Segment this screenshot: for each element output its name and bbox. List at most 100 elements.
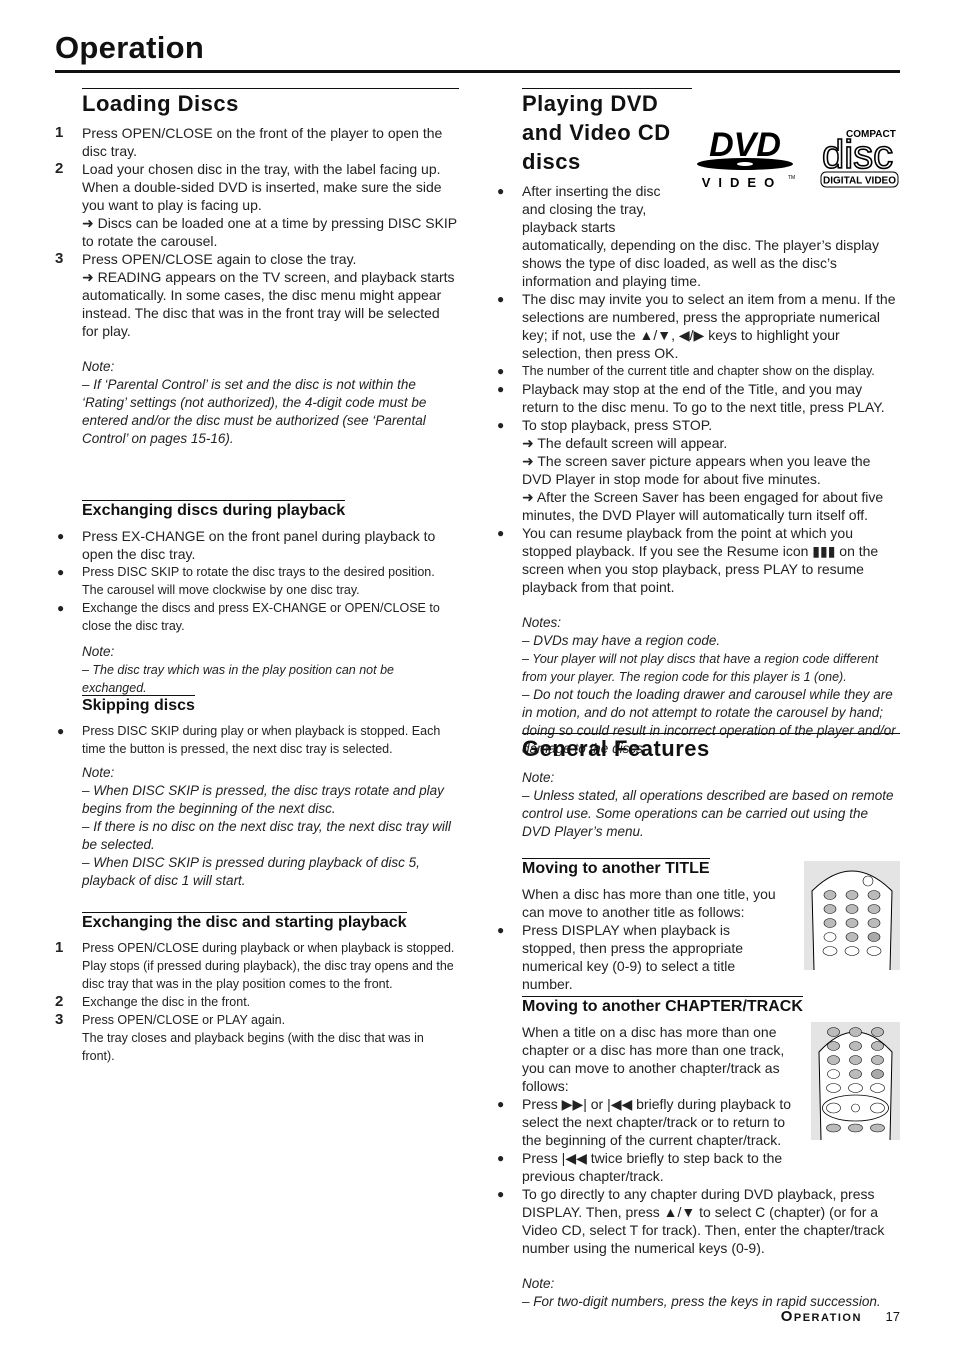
bullet-icon: ●	[497, 526, 505, 540]
step-number: 3	[55, 250, 64, 267]
page-footer: Operation 17	[781, 1308, 900, 1325]
bullet-icon: ●	[497, 364, 505, 378]
item-text: Press EX-CHANGE on the front panel durin…	[82, 528, 436, 562]
svg-text:TM: TM	[788, 175, 795, 181]
bullet-item: ● Playback may stop at the end of the Tit…	[497, 380, 900, 416]
svg-text:VIDEO: VIDEO	[702, 175, 782, 190]
footer-section: Operation	[780, 1308, 862, 1325]
item-text: Press ▶▶| or |◀◀ briefly during playback…	[522, 1096, 791, 1148]
item-text: automatically, depending on the disc. Th…	[522, 237, 879, 289]
page-number: 17	[885, 1309, 900, 1324]
note-text: – Your player will not play discs that h…	[522, 652, 879, 684]
bullet-icon: ●	[57, 724, 65, 738]
left-section: Skipping discs ● Press DISC SKIP during pl…	[57, 695, 459, 890]
item-text: ➜ READING appears on the TV screen, and …	[82, 269, 455, 339]
section-heading: General Features	[522, 733, 900, 763]
bullet-icon: ●	[57, 601, 65, 615]
item-text: Press OPEN/CLOSE again to close the tray…	[82, 251, 357, 267]
step-number: 3	[55, 1011, 64, 1028]
paragraph: ➜ After the Screen Saver has been engage…	[522, 488, 900, 524]
paragraph: automatically, depending on the disc. Th…	[522, 236, 900, 290]
step-number: 2	[55, 993, 64, 1010]
bullet-icon: ●	[497, 1187, 505, 1201]
note-text: – When DISC SKIP is pressed during playb…	[82, 855, 420, 888]
paragraph: ➜ The default screen will appear.	[522, 434, 900, 452]
bullet-item: ● To go directly to any chapter during DV…	[497, 1185, 900, 1257]
bullet-item: ● The number of the current title and cha…	[497, 362, 900, 380]
note-text: Note:	[82, 644, 115, 659]
title-rule	[55, 70, 900, 73]
item-text: The number of the current title and chap…	[522, 364, 875, 378]
note-text: Note:	[522, 1276, 555, 1291]
note-text: – The disc tray which was in the play po…	[82, 663, 394, 695]
numbered-step: 3 Press OPEN/CLOSE again to close the tra…	[55, 250, 459, 268]
paragraph: When a disc has more than one title, you…	[522, 885, 787, 921]
note-text: Notes:	[522, 615, 562, 630]
numbered-step: 2 Load your chosen disc in the tray, with…	[55, 160, 459, 214]
subsection-heading: Exchanging the disc and starting playbac…	[82, 912, 407, 931]
note-text: – DVDs may have a region code.	[522, 633, 721, 648]
paragraph: When a title on a disc has more than one…	[522, 1023, 804, 1095]
bullet-icon: ●	[497, 382, 505, 396]
left-section: Exchanging discs during playback ● Press E…	[57, 500, 459, 697]
item-text: ➜ After the Screen Saver has been engage…	[522, 489, 884, 523]
numbered-step: 2 Exchange the disc in the front.	[55, 993, 459, 1011]
item-text: Playback may stop at the end of the Titl…	[522, 381, 885, 415]
note-text: Note:	[522, 770, 555, 785]
bullet-item: ● Press |◀◀ twice briefly to step back to…	[497, 1149, 804, 1185]
item-text: ➜ The default screen will appear.	[522, 435, 728, 451]
paragraph: ➜ The screen saver picture appears when …	[522, 452, 900, 488]
bullet-item: ● Press DISC SKIP to rotate the disc tray…	[57, 563, 459, 599]
item-text: To stop playback, press STOP.	[522, 417, 713, 433]
right-section: General Features Note: – Unless stated, al…	[522, 733, 900, 841]
item-text: To go directly to any chapter during DVD…	[522, 1186, 885, 1256]
note-text: – If ‘Parental Control’ is set and the d…	[82, 377, 427, 446]
paragraph: ➜ Discs can be loaded one at a time by p…	[82, 214, 459, 250]
remote-control-image-title	[804, 861, 900, 971]
subsection-heading: Exchanging discs during playback	[82, 500, 346, 519]
note-text: Note:	[82, 359, 115, 374]
compact-disc-digital-video-logo: COMPACT disc DIGITAL VIDEO	[820, 129, 899, 188]
note-text: – If there is no disc on the next disc t…	[82, 819, 451, 852]
page-title: Operation	[55, 30, 205, 65]
bullet-icon: ●	[57, 565, 65, 579]
bullet-item: ● Press ▶▶| or |◀◀ briefly during playbac…	[497, 1095, 807, 1149]
svg-text:disc: disc	[822, 133, 893, 177]
bullet-item: ● The disc may invite you to select an it…	[497, 290, 900, 362]
bullet-item: ● Press EX-CHANGE on the front panel duri…	[57, 527, 459, 563]
numbered-step: 3 Press OPEN/CLOSE or PLAY again.	[55, 1011, 459, 1029]
paragraph: ➜ READING appears on the TV screen, and …	[82, 268, 459, 340]
note-text: – When DISC SKIP is pressed, the disc tr…	[82, 783, 444, 816]
subsection-heading: Skipping discs	[82, 695, 195, 714]
item-text: The disc may invite you to select an ite…	[522, 291, 896, 361]
item-text: Press OPEN/CLOSE on the front of the pla…	[82, 125, 443, 159]
item-text: Exchange the discs and press EX-CHANGE o…	[82, 601, 440, 633]
item-text: Press DISC SKIP during play or when play…	[82, 724, 441, 756]
item-text: When a disc has more than one title, you…	[522, 886, 776, 920]
left-section: Exchanging the disc and starting playbac…	[55, 912, 459, 1065]
bullet-item: ● Press DISC SKIP during play or when pla…	[57, 722, 459, 758]
bullet-icon: ●	[497, 184, 505, 198]
item-text: You can resume playback from the point a…	[522, 525, 879, 595]
item-text: Load your chosen disc in the tray, with …	[82, 161, 442, 213]
item-text: Exchange the disc in the front.	[82, 995, 251, 1009]
bullet-item: ● Exchange the discs and press EX-CHANGE …	[57, 599, 459, 635]
item-text: When a title on a disc has more than one…	[522, 1024, 785, 1094]
item-text: Press DISC SKIP to rotate the disc trays…	[82, 565, 435, 597]
bullet-icon: ●	[497, 418, 505, 432]
note-text: Note:	[82, 765, 115, 780]
section-heading: Playing DVD and Video CD discs	[522, 88, 692, 176]
dvd-video-logo: DVD VIDEO TM	[697, 126, 795, 190]
step-number: 2	[55, 160, 64, 177]
item-text: Press OPEN/CLOSE during playback or when…	[82, 941, 455, 991]
note-text: – Unless stated, all operations describe…	[522, 788, 894, 839]
bullet-item: ● Press DISPLAY when playback is stopped,…	[497, 921, 787, 993]
bullet-item: ● After inserting the disc and closing th…	[497, 182, 672, 236]
bullet-icon: ●	[497, 1151, 505, 1165]
bullet-icon: ●	[497, 292, 505, 306]
item-text: ➜ The screen saver picture appears when …	[522, 453, 871, 487]
item-text: After inserting the disc and closing the…	[522, 183, 661, 235]
bullet-item: ● You can resume playback from the point …	[497, 524, 900, 596]
numbered-step: 1 Press OPEN/CLOSE on the front of the pl…	[55, 124, 459, 160]
subsection-heading: Moving to another CHAPTER/TRACK	[522, 996, 803, 1015]
